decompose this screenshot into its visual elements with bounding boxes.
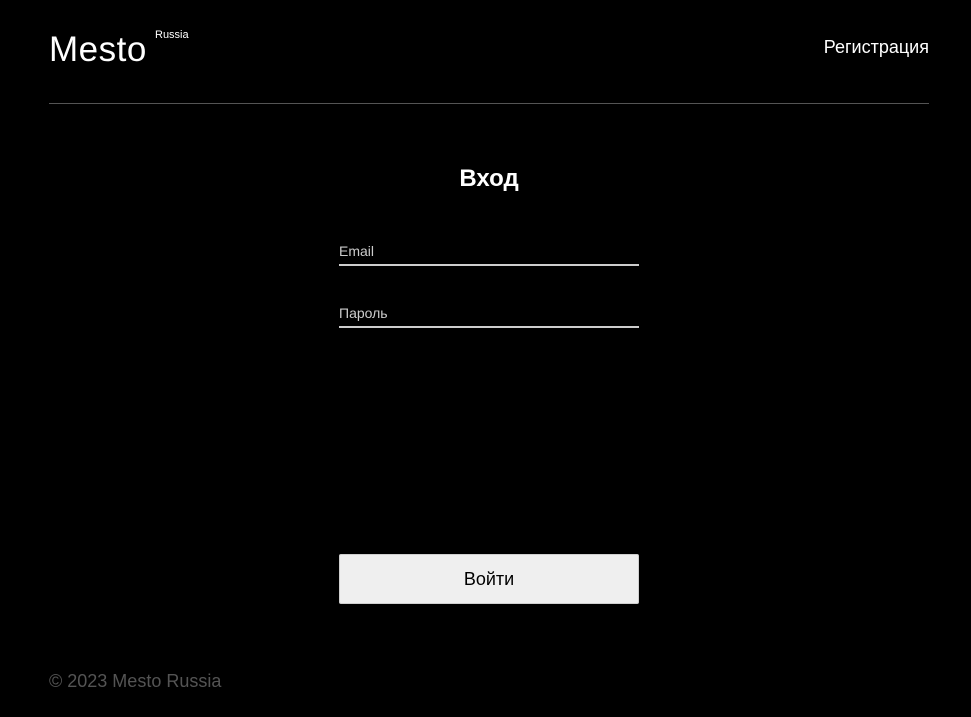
footer-copyright: © 2023 Mesto Russia bbox=[49, 671, 222, 691]
logo-text: Mesto bbox=[49, 30, 147, 69]
email-field-container bbox=[339, 238, 639, 266]
password-field[interactable] bbox=[339, 300, 639, 326]
login-button[interactable]: Войти bbox=[339, 554, 639, 604]
page-header: Mesto Russia Регистрация bbox=[49, 0, 929, 104]
register-link[interactable]: Регистрация bbox=[824, 36, 929, 58]
login-form: Вход Войти bbox=[339, 160, 639, 604]
email-field[interactable] bbox=[339, 238, 639, 264]
logo-superscript: Russia bbox=[155, 29, 189, 41]
password-field-container bbox=[339, 300, 639, 328]
form-title: Вход bbox=[459, 165, 519, 192]
